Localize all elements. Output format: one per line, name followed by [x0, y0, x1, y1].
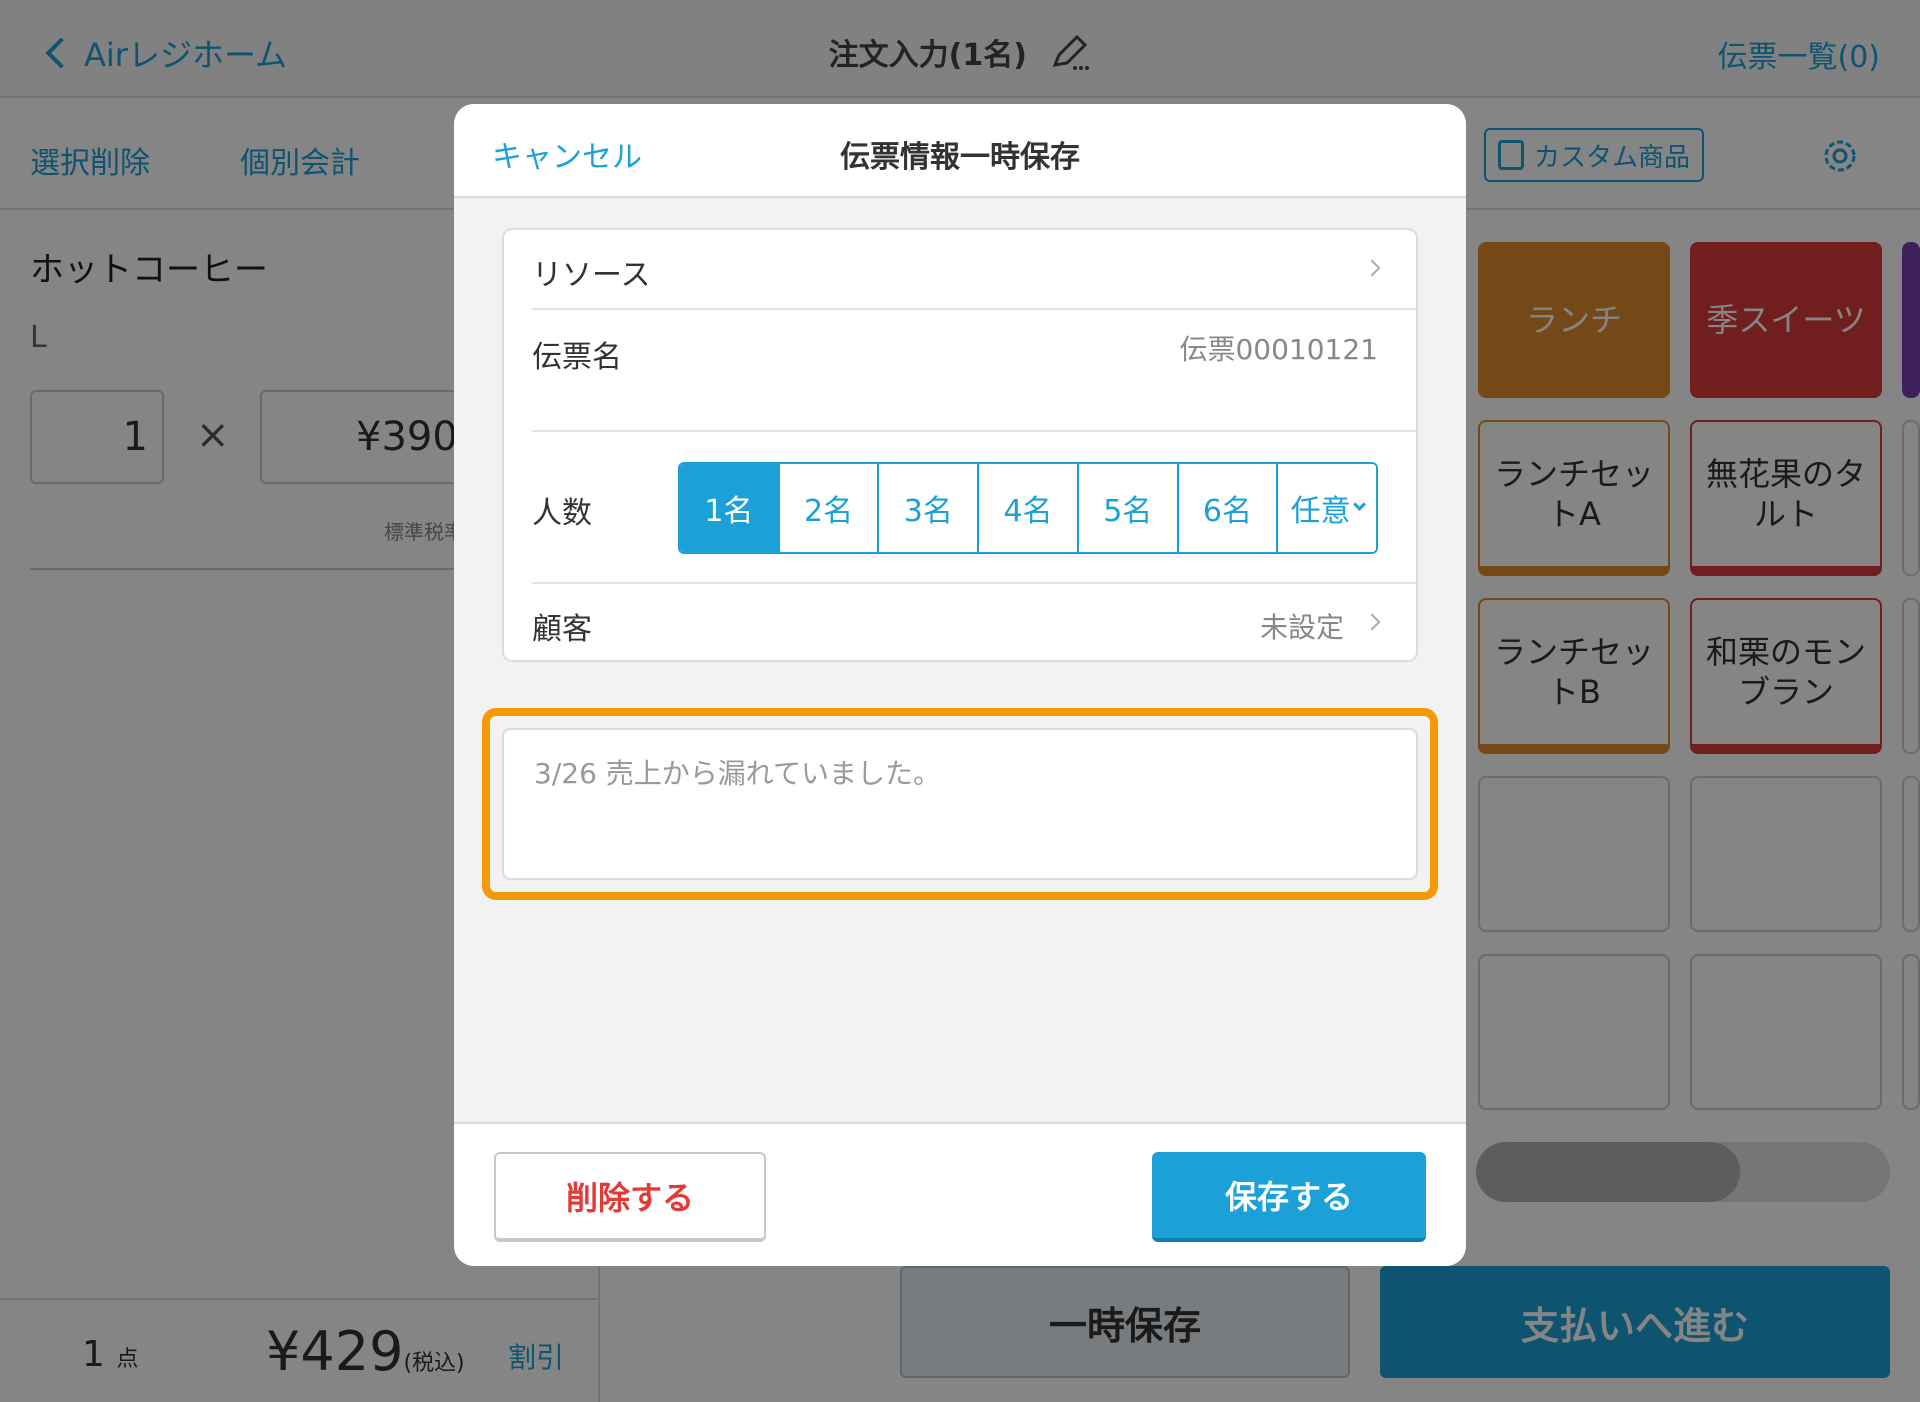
people-option-custom-label: 任意 — [1290, 494, 1351, 529]
slip-name-value[interactable]: 伝票00010121 — [1179, 328, 1378, 368]
modal-footer: 削除する 保存する — [454, 1122, 1466, 1266]
slip-info-card: リソース 伝票名 伝票00010121 人数 1名 2名 3名 4名 5名 6名… — [502, 228, 1418, 662]
chevron-right-icon — [1363, 613, 1381, 631]
people-option-custom-dropdown[interactable]: 任意 — [1276, 464, 1376, 552]
chevron-down-icon — [1352, 497, 1366, 511]
slip-name-label: 伝票名 — [532, 340, 622, 375]
customer-value: 未設定 — [1259, 611, 1344, 644]
people-count-row: 人数 1名 2名 3名 4名 5名 6名 任意 — [504, 432, 1416, 584]
save-slip-modal: キャンセル 伝票情報一時保存 リソース 伝票名 伝票00010121 人数 1名… — [454, 104, 1466, 1266]
people-option-1[interactable]: 1名 — [680, 464, 778, 552]
customer-label: 顧客 — [532, 612, 592, 647]
people-count-segmented-control: 1名 2名 3名 4名 5名 6名 任意 — [678, 462, 1378, 554]
people-option-3[interactable]: 3名 — [877, 464, 978, 552]
resource-label: リソース — [532, 258, 651, 293]
customer-row[interactable]: 顧客 未設定 — [504, 584, 1416, 662]
people-option-6[interactable]: 6名 — [1176, 464, 1277, 552]
modal-title: 伝票情報一時保存 — [840, 140, 1080, 175]
people-count-label: 人数 — [532, 496, 592, 531]
memo-textarea[interactable]: 3/26 売上から漏れていました。 — [502, 728, 1418, 880]
people-option-4[interactable]: 4名 — [977, 464, 1077, 552]
resource-row[interactable]: リソース — [504, 230, 1416, 310]
modal-header: キャンセル 伝票情報一時保存 — [454, 104, 1466, 198]
delete-button[interactable]: 削除する — [494, 1152, 766, 1242]
people-option-2[interactable]: 2名 — [777, 464, 878, 552]
people-option-5[interactable]: 5名 — [1076, 464, 1177, 552]
save-button[interactable]: 保存する — [1152, 1152, 1426, 1242]
chevron-right-icon — [1363, 259, 1381, 277]
slip-name-row[interactable]: 伝票名 伝票00010121 — [504, 310, 1416, 432]
